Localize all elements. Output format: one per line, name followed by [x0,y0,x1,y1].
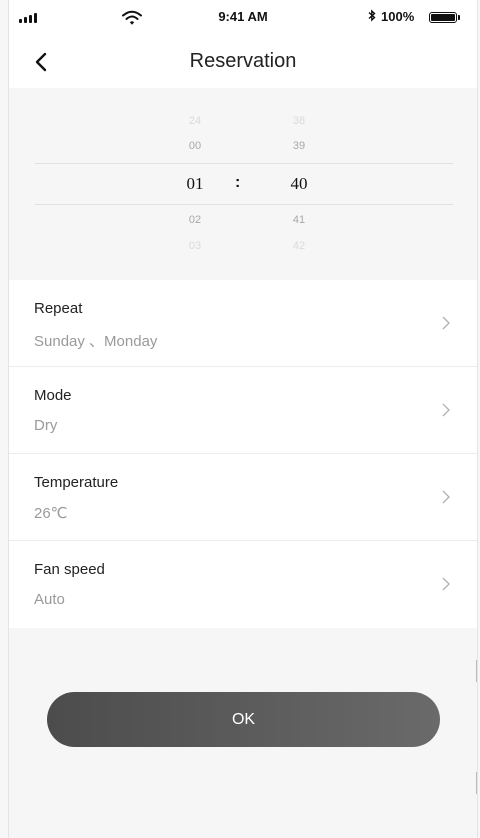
hour-option: 24 [188,115,202,127]
chevron-right-icon [442,316,450,330]
battery-cap [458,15,460,20]
ok-button[interactable]: OK [47,692,440,747]
fan-speed-label: Fan speed [34,561,105,578]
battery-percentage: 100% [381,9,415,24]
hour-wheel[interactable]: 24 00 01 02 03 [175,88,215,280]
time-separator: : [235,174,241,191]
chevron-right-icon [442,577,450,591]
edge-divider [476,772,477,794]
bluetooth-icon [368,9,376,25]
picker-selection-line-top [35,163,453,164]
setting-row-mode[interactable]: Mode Dry [9,367,477,454]
hour-option: 00 [188,140,202,152]
minute-option: 39 [292,140,306,152]
page-title: Reservation [189,50,297,72]
setting-row-temperature[interactable]: Temperature 26℃ [9,454,477,541]
chevron-right-icon [442,490,450,504]
navigation-bar: Reservation [9,40,477,88]
selected-minute: 40 [290,174,308,193]
mode-label: Mode [34,387,72,404]
status-bar: 9:41 AM 100% [9,0,477,40]
minute-wheel[interactable]: 38 39 40 41 42 [279,88,319,280]
selected-hour: 01 [186,174,204,193]
settings-list: Repeat Sunday 、Monday Mode Dry Temperatu… [9,280,477,628]
picker-selection-line-bottom [35,204,453,205]
edge-divider [476,660,477,682]
minute-option: 41 [292,214,306,226]
app-frame: 9:41 AM 100% Reservation 24 00 01 02 03 … [8,0,478,838]
chevron-right-icon [442,403,450,417]
setting-row-repeat[interactable]: Repeat Sunday 、Monday [9,280,477,367]
time-picker: 24 00 01 02 03 : 38 39 40 41 42 [9,88,477,280]
setting-row-fan-speed[interactable]: Fan speed Auto [9,541,477,628]
mode-value: Dry [34,417,58,434]
repeat-label: Repeat [34,300,83,317]
temperature-label: Temperature [34,474,119,491]
temperature-value: 26℃ [34,505,68,522]
hour-option: 03 [188,240,202,252]
minute-option: 42 [292,240,306,252]
repeat-value: Sunday 、Monday [34,333,158,350]
hour-option: 02 [188,214,202,226]
minute-option: 38 [292,115,306,127]
fan-speed-value: Auto [34,591,65,608]
battery-icon [429,12,457,23]
